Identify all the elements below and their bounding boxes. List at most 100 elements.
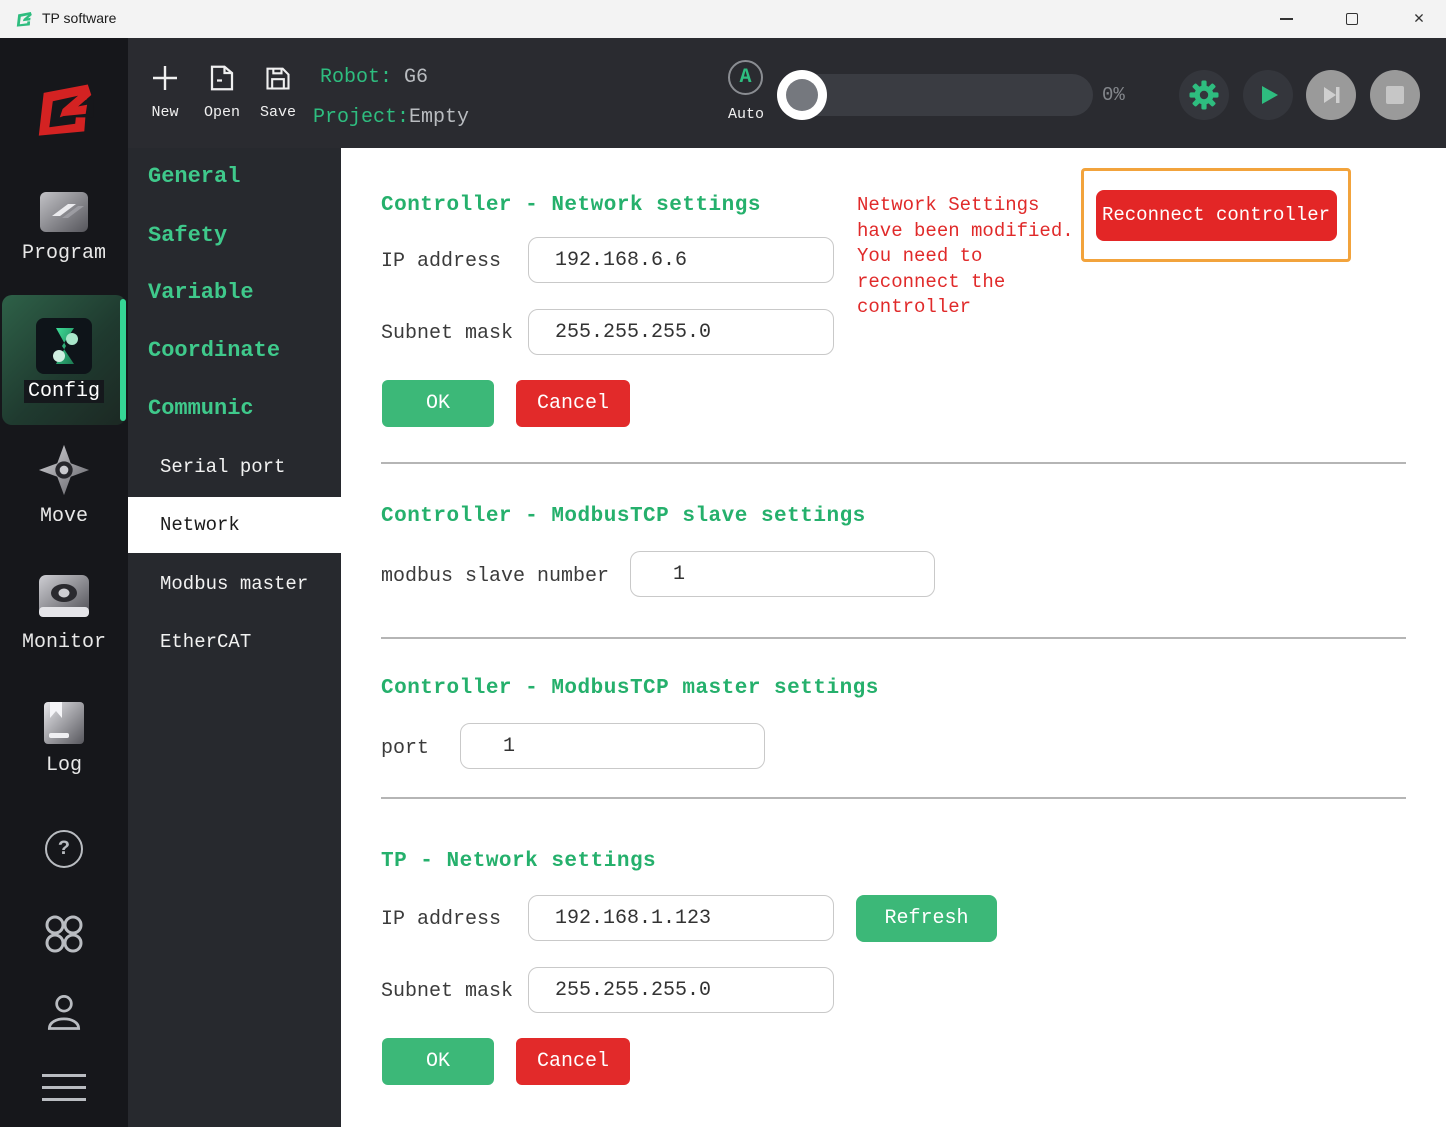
new-label: New [151, 104, 178, 121]
sidebar-label-program: Program [22, 242, 106, 265]
controller-ip-input[interactable] [528, 237, 834, 283]
tp-network-cancel-button[interactable]: Cancel [516, 1038, 630, 1085]
divider [381, 462, 1406, 464]
app-logo-icon [14, 9, 34, 29]
modbus-slave-number-label: modbus slave number [381, 565, 609, 588]
hamburger-icon [42, 1074, 86, 1101]
window-title: TP software [42, 10, 116, 26]
user-icon [42, 990, 86, 1034]
stop-icon [1385, 85, 1405, 105]
main-content: Controller - Network settings Network Se… [341, 148, 1446, 1127]
close-button[interactable]: ✕ [1396, 0, 1442, 38]
minimize-button[interactable] [1263, 0, 1309, 38]
new-button[interactable]: New [137, 56, 193, 136]
auto-label: Auto [716, 106, 776, 123]
close-icon: ✕ [1414, 11, 1424, 28]
sidebar-item-config[interactable]: Config [2, 295, 126, 425]
tp-network-title: TP - Network settings [381, 850, 656, 873]
open-label: Open [204, 104, 240, 121]
config-menu-serial-port[interactable]: Serial port [128, 450, 341, 484]
program-icon [38, 190, 90, 234]
robot-info: Robot: G6 [320, 66, 428, 89]
open-file-icon [207, 56, 237, 100]
save-floppy-icon [264, 56, 292, 100]
open-button[interactable]: Open [194, 56, 250, 136]
sidebar-label-monitor: Monitor [22, 631, 106, 654]
modbus-master-title: Controller - ModbusTCP master settings [381, 677, 879, 700]
controller-mask-input[interactable] [528, 309, 834, 355]
settings-button[interactable] [1179, 70, 1229, 120]
move-icon [37, 443, 91, 497]
refresh-button[interactable]: Refresh [856, 895, 997, 942]
controller-network-title: Controller - Network settings [381, 194, 761, 217]
active-accent-bar [120, 299, 126, 421]
help-icon: ? [45, 830, 83, 868]
gear-icon [1188, 79, 1220, 111]
hamburger-menu-button[interactable] [0, 1074, 128, 1101]
controller-network-cancel-button[interactable]: Cancel [516, 380, 630, 427]
save-button[interactable]: Save [250, 56, 306, 136]
new-plus-icon [150, 56, 180, 100]
config-menu-variable[interactable]: Variable [128, 276, 341, 310]
project-info: Project:Empty [313, 106, 469, 129]
log-icon [41, 700, 87, 746]
auto-mode-button[interactable]: A [728, 60, 763, 95]
play-button[interactable] [1243, 70, 1293, 120]
apps-clover-icon [40, 910, 88, 958]
user-button[interactable] [0, 990, 128, 1034]
main-sidebar: Program Config Move [0, 38, 128, 1127]
sidebar-item-move[interactable]: Move [0, 443, 128, 528]
sidebar-label-log: Log [46, 754, 82, 777]
config-menu-modbus-master[interactable]: Modbus master [128, 567, 341, 601]
config-menu: General Safety Variable Coordinate Commu… [128, 148, 341, 1127]
sidebar-item-monitor[interactable]: Monitor [0, 573, 128, 654]
play-icon [1256, 83, 1280, 107]
brand-logo-icon [29, 74, 99, 144]
reconnect-controller-button[interactable]: Reconnect controller [1096, 190, 1337, 241]
robot-label: Robot: [320, 66, 392, 89]
config-menu-general[interactable]: General [128, 160, 341, 194]
stop-button[interactable] [1370, 70, 1420, 120]
help-button[interactable]: ? [0, 830, 128, 868]
modbus-master-port-label: port [381, 737, 429, 760]
config-menu-ethercat[interactable]: EtherCAT [128, 625, 341, 659]
modbus-slave-number-input[interactable] [630, 551, 935, 597]
auto-letter: A [739, 66, 751, 89]
speed-slider-knob[interactable] [777, 70, 827, 120]
robot-value: G6 [404, 66, 428, 89]
modbus-slave-title: Controller - ModbusTCP slave settings [381, 505, 866, 528]
config-menu-safety[interactable]: Safety [128, 219, 341, 253]
tp-ip-input[interactable] [528, 895, 834, 941]
monitor-icon [37, 573, 91, 623]
apps-button[interactable] [0, 910, 128, 958]
modbus-master-port-input[interactable] [460, 723, 765, 769]
tp-mask-input[interactable] [528, 967, 834, 1013]
project-label: Project: [313, 106, 409, 129]
project-value: Empty [409, 106, 469, 129]
sidebar-label-config: Config [24, 380, 104, 403]
config-menu-coordinate[interactable]: Coordinate [128, 334, 341, 368]
config-menu-network[interactable]: Network [128, 497, 341, 553]
tp-mask-label: Subnet mask [381, 980, 513, 1003]
reconnect-highlight-box: Reconnect controller [1081, 168, 1351, 262]
save-label: Save [260, 104, 296, 121]
tp-ip-label: IP address [381, 908, 501, 931]
maximize-button[interactable] [1329, 0, 1375, 38]
title-bar: TP software ✕ [0, 0, 1446, 38]
controller-mask-label: Subnet mask [381, 322, 513, 345]
speed-percentage: 0% [1102, 84, 1125, 106]
divider [381, 637, 1406, 639]
step-forward-button[interactable] [1306, 70, 1356, 120]
sidebar-item-program[interactable]: Program [0, 190, 128, 265]
config-icon [36, 318, 92, 374]
config-menu-communic[interactable]: Communic [128, 392, 341, 426]
network-warning-text: Network Settings have been modified. You… [857, 193, 1074, 321]
step-forward-icon [1319, 83, 1343, 107]
tp-network-ok-button[interactable]: OK [382, 1038, 494, 1085]
sidebar-item-log[interactable]: Log [0, 700, 128, 777]
controller-network-ok-button[interactable]: OK [382, 380, 494, 427]
controller-ip-label: IP address [381, 250, 501, 273]
top-toolbar: New Open Save Robot: G6 Project:Empty A … [128, 38, 1446, 148]
divider [381, 797, 1406, 799]
sidebar-label-move: Move [40, 505, 88, 528]
